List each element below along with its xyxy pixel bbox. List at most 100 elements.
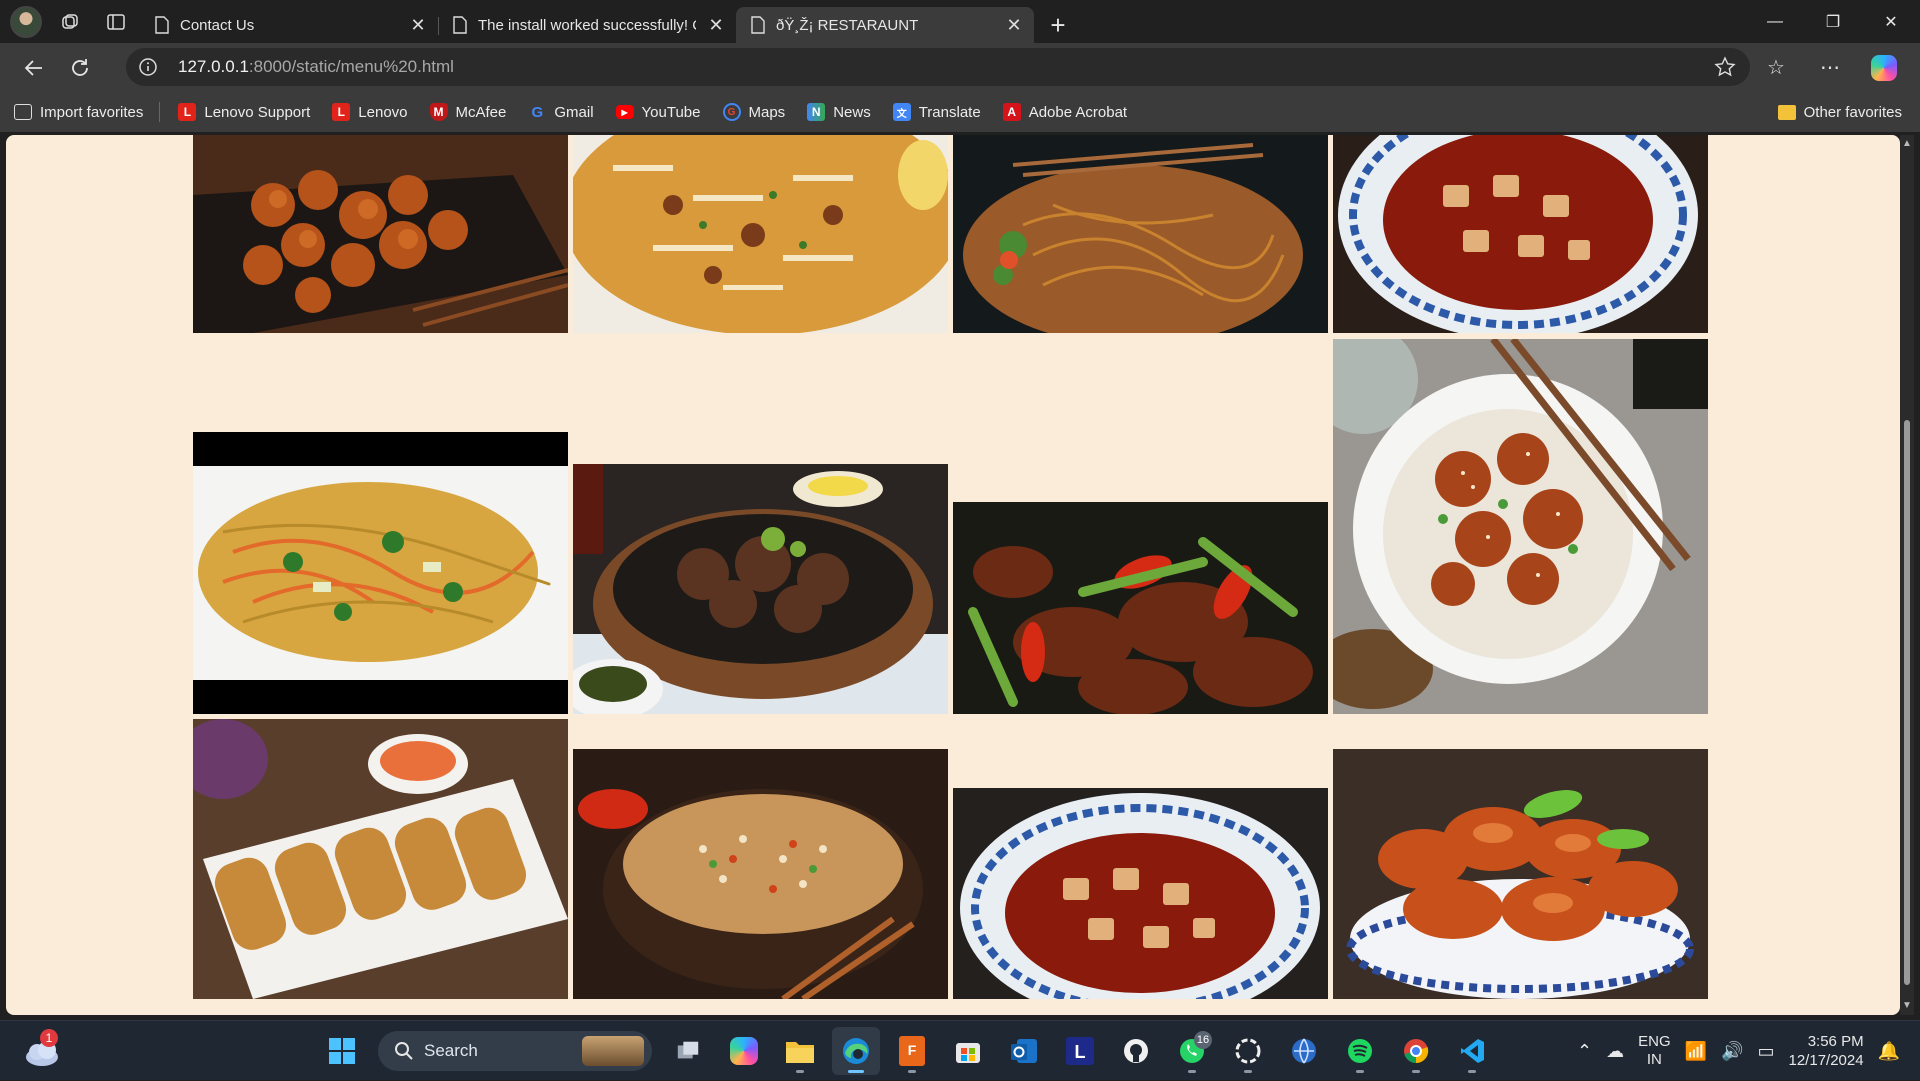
favorites-icon[interactable]: ☆ [1754, 50, 1798, 86]
weather-badge: 1 [40, 1029, 58, 1047]
close-icon[interactable]: ✕ [408, 15, 428, 35]
divider [159, 102, 161, 122]
battery-icon[interactable]: ▭ [1757, 1041, 1774, 1062]
favorite-translate[interactable]: 文 Translate [892, 103, 981, 121]
navigation-toolbar: 127.0.0.1:8000/static/menu%20.html ☆ ⋯ [0, 43, 1920, 92]
close-icon[interactable]: ✕ [706, 15, 726, 35]
tab-restaurant[interactable]: ðŸ¸Ž¡ RESTARAUNT ✕ [736, 7, 1034, 43]
search-highlight-image [582, 1036, 644, 1066]
new-tab-button[interactable]: + [1040, 7, 1076, 43]
running-indicator [1356, 1070, 1364, 1073]
workspaces-icon[interactable] [52, 6, 88, 38]
page-icon [452, 16, 468, 34]
outlook-icon[interactable] [1000, 1027, 1048, 1075]
favorite-news[interactable]: N News [807, 103, 871, 121]
fas-app-icon[interactable]: F [888, 1027, 936, 1075]
running-indicator [1188, 1070, 1196, 1073]
food-image-mapo-tofu [953, 788, 1328, 999]
page-scrollbar[interactable]: ▲ ▼ [1900, 135, 1914, 1015]
favorite-star-icon[interactable] [1714, 56, 1736, 83]
tab-strip: Contact Us ✕ The install worked successf… [0, 0, 1920, 43]
food-image-chicken-biryani [573, 135, 948, 333]
favorite-lenovo-support[interactable]: L Lenovo Support [178, 103, 310, 121]
search-icon [395, 1042, 413, 1060]
tab-actions-icon[interactable] [98, 6, 134, 38]
whatsapp-icon[interactable]: 16 [1168, 1027, 1216, 1075]
language-indicator[interactable]: ENG IN [1638, 1033, 1671, 1069]
favorites-bar: Import favorites L Lenovo Support L Leno… [0, 92, 1920, 132]
url-text: 127.0.0.1:8000/static/menu%20.html [178, 57, 454, 76]
folder-icon [1777, 104, 1796, 120]
lenovo-app-icon[interactable]: L [1056, 1027, 1104, 1075]
clock[interactable]: 3:56 PM 12/17/2024 [1789, 1032, 1864, 1070]
chatgpt-icon[interactable] [1224, 1027, 1272, 1075]
page-icon [154, 16, 170, 34]
food-image-sesame-chicken-rice [1333, 339, 1708, 714]
start-button[interactable] [318, 1027, 366, 1075]
tab-install-worked[interactable]: The install worked successfully! Co ✕ [438, 7, 736, 43]
lenovo-icon: L [178, 103, 197, 121]
copilot-icon[interactable] [1862, 50, 1906, 86]
news-icon: N [807, 103, 826, 121]
vscode-icon[interactable] [1448, 1027, 1496, 1075]
lenovo-icon: L [332, 103, 351, 121]
onedrive-icon[interactable]: ☁ [1606, 1041, 1624, 1062]
tab-contact-us[interactable]: Contact Us ✕ [140, 7, 438, 43]
svg-text:L: L [1075, 1042, 1086, 1062]
github-icon[interactable] [1112, 1027, 1160, 1075]
food-image-fried-rice [573, 749, 948, 999]
import-icon [14, 104, 32, 120]
favorite-adobe-acrobat[interactable]: A Adobe Acrobat [1002, 103, 1127, 121]
page-icon [750, 16, 766, 34]
favorite-import[interactable]: Import favorites [14, 104, 143, 121]
whatsapp-badge: 16 [1194, 1031, 1212, 1049]
more-menu-icon[interactable]: ⋯ [1808, 50, 1852, 86]
food-image-mapo-tofu [1333, 135, 1708, 333]
running-indicator [908, 1070, 916, 1073]
scroll-up-icon[interactable]: ▲ [1902, 139, 1912, 149]
address-bar[interactable]: 127.0.0.1:8000/static/menu%20.html [126, 48, 1750, 86]
restore-icon[interactable]: ❐ [1804, 0, 1862, 43]
food-image-chilli-pork [953, 502, 1328, 714]
edge-browser-icon[interactable] [832, 1027, 880, 1075]
svg-text:F: F [908, 1042, 917, 1058]
running-indicator [796, 1070, 804, 1073]
youtube-icon: ▶ [615, 105, 634, 119]
favorite-gmail[interactable]: G Gmail [528, 103, 594, 121]
notification-bell-icon[interactable]: 🔔 [1878, 1041, 1900, 1062]
spotify-icon[interactable] [1336, 1027, 1384, 1075]
task-view-icon[interactable] [664, 1027, 712, 1075]
chrome-icon[interactable] [1392, 1027, 1440, 1075]
favorite-maps[interactable]: G Maps [722, 103, 785, 121]
chevron-up-icon[interactable]: ⌃ [1577, 1041, 1592, 1062]
scroll-down-icon[interactable]: ▼ [1902, 1001, 1912, 1011]
site-info-icon[interactable] [126, 57, 170, 77]
food-image-crayfish-bowl [1333, 749, 1708, 999]
search-label: Search [424, 1041, 478, 1060]
wifi-icon[interactable]: 📶 [1685, 1041, 1707, 1062]
tab-title: Contact Us [180, 16, 255, 34]
taskbar-search[interactable]: Search [378, 1031, 652, 1071]
food-image-spring-rolls [193, 719, 568, 999]
google-icon: G [531, 103, 544, 121]
other-favorites-folder[interactable]: Other favorites [1777, 92, 1902, 132]
refresh-button[interactable] [58, 50, 102, 86]
food-image-orange-chicken [193, 135, 568, 333]
favorite-youtube[interactable]: ▶ YouTube [615, 104, 701, 121]
close-window-icon[interactable]: ✕ [1862, 0, 1920, 43]
volume-icon[interactable]: 🔊 [1721, 1041, 1743, 1062]
close-icon[interactable]: ✕ [1004, 15, 1024, 35]
microsoft-store-icon[interactable] [944, 1027, 992, 1075]
acrobat-icon: A [1002, 103, 1021, 121]
mcafee-icon: M [429, 103, 448, 121]
scrollbar-thumb[interactable] [1904, 420, 1910, 985]
file-explorer-icon[interactable] [776, 1027, 824, 1075]
network-app-icon[interactable] [1280, 1027, 1328, 1075]
tab-title: ðŸ¸Ž¡ RESTARAUNT [776, 16, 919, 34]
favorite-lenovo[interactable]: L Lenovo [332, 103, 408, 121]
back-button[interactable] [12, 50, 56, 86]
favorite-mcafee[interactable]: M McAfee [429, 103, 506, 121]
copilot-app-icon[interactable] [720, 1027, 768, 1075]
profile-avatar[interactable] [10, 5, 42, 38]
minimize-icon[interactable]: — [1746, 0, 1804, 43]
